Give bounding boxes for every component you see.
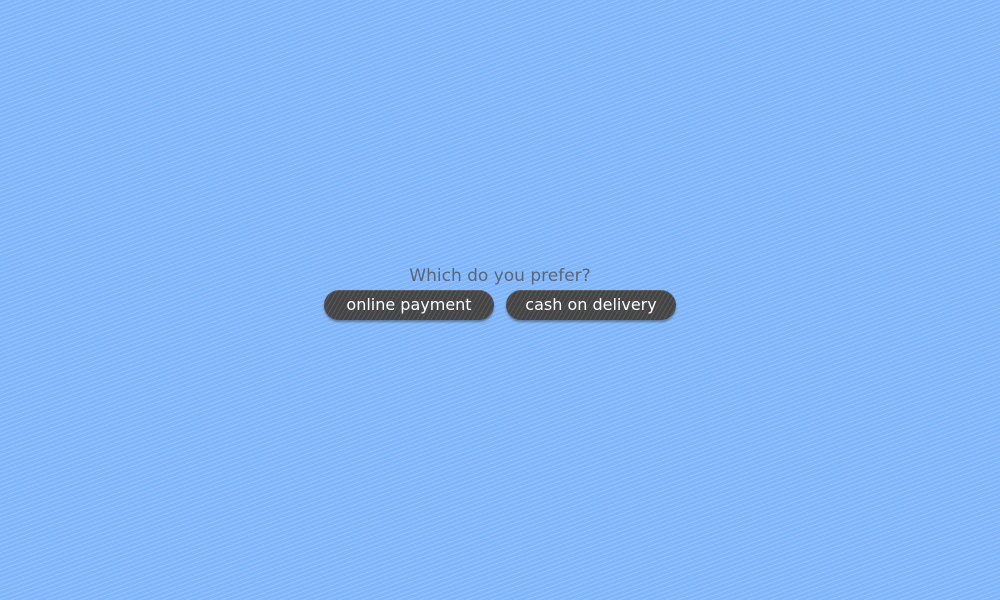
online-payment-button[interactable]: online payment <box>324 290 494 320</box>
payment-options: online payment cash on delivery <box>324 290 676 322</box>
payment-preference-panel: Which do you prefer? online payment cash… <box>0 0 1000 600</box>
cash-on-delivery-button[interactable]: cash on delivery <box>506 290 676 320</box>
question-prompt: Which do you prefer? <box>409 266 591 286</box>
